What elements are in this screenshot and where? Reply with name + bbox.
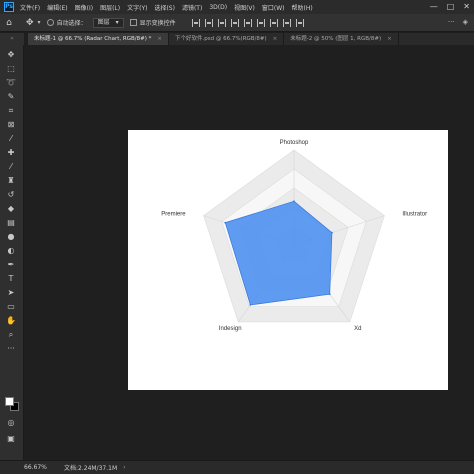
close-icon[interactable]: ✕ (463, 2, 470, 12)
radar-axis-label: Indesign (219, 326, 242, 332)
menu-bar: Ps 文件(F) 编辑(E) 图像(I) 图层(L) 文字(Y) 选择(S) 滤… (0, 0, 474, 14)
tools-panel: ✥ ⬚ ➰ ✎ ⌗ ⊠ ⁄ ✚ ⁄ ♜ ↺ ◆ ▤ ● ◐ ✒ T ➤ ▭ ✋ … (0, 45, 24, 460)
menu-help[interactable]: 帮助(H) (292, 3, 313, 12)
align-left-icon[interactable] (191, 18, 200, 27)
radar-data-point (331, 231, 333, 234)
type-tool-icon[interactable]: T (4, 273, 18, 285)
align-middle-icon[interactable] (243, 18, 252, 27)
tab-close-icon[interactable]: × (273, 33, 278, 45)
move-tool-icon[interactable]: ✥ (26, 18, 34, 28)
zoom-level[interactable]: 66.67% (0, 464, 64, 471)
radar-axis-label: Illustrator (402, 212, 427, 218)
frame-tool-icon[interactable]: ⊠ (4, 119, 18, 131)
tab-untitled-2[interactable]: 未标题-2 @ 50% (图层 1, RGB/8#) × (284, 33, 399, 45)
path-select-tool-icon[interactable]: ➤ (4, 287, 18, 299)
tab-close-icon[interactable]: × (387, 33, 392, 45)
menu-filter[interactable]: 滤镜(T) (182, 3, 202, 12)
menu-3d[interactable]: 3D(D) (209, 4, 227, 11)
brush-tool-icon[interactable]: ⁄ (4, 161, 18, 173)
history-brush-tool-icon[interactable]: ↺ (4, 189, 18, 201)
marquee-tool-icon[interactable]: ⬚ (4, 63, 18, 75)
menu-edit[interactable]: 编辑(E) (47, 3, 67, 12)
minimize-icon[interactable]: — (430, 2, 438, 12)
align-center-icon[interactable] (204, 18, 213, 27)
lasso-tool-icon[interactable]: ➰ (4, 77, 18, 89)
dodge-tool-icon[interactable]: ◐ (4, 245, 18, 257)
distribute-horizontal-icon[interactable] (282, 18, 291, 27)
eyedropper-tool-icon[interactable]: ⁄ (4, 133, 18, 145)
tab-label: 下个好软件.psd @ 66.7%(RGB/8#) (174, 36, 267, 42)
quick-mask-icon[interactable]: ◎ (4, 417, 18, 429)
auto-select-label: 自动选择： (56, 20, 87, 27)
options-right-group: ··· ◈ (448, 18, 468, 26)
status-bar: 66.67% 文档:2.24M/37.1M › (0, 460, 474, 474)
show-transform-checkbox[interactable] (129, 19, 137, 26)
radar-chart: Photoshop Illustrator Xd Indesign Premiere (161, 140, 427, 332)
zoom-tool-icon[interactable]: ⌕ (4, 329, 18, 341)
screen-mode-icon[interactable]: ▣ (4, 433, 18, 445)
radar-data-point (293, 200, 295, 203)
align-bottom-icon[interactable] (256, 18, 265, 27)
tab-label: 未标题-2 @ 50% (图层 1, RGB/8#) (290, 36, 382, 42)
tab-psd[interactable]: 下个好软件.psd @ 66.7%(RGB/8#) × (169, 33, 285, 45)
crop-tool-icon[interactable]: ⌗ (4, 105, 18, 117)
menu-file[interactable]: 文件(F) (20, 3, 40, 12)
healing-brush-tool-icon[interactable]: ✚ (4, 147, 18, 159)
clone-stamp-tool-icon[interactable]: ♜ (4, 175, 18, 187)
show-transform-label: 显示变换控件 (139, 20, 176, 27)
quick-select-tool-icon[interactable]: ✎ (4, 91, 18, 103)
photoshop-window: Ps 文件(F) 编辑(E) 图像(I) 图层(L) 文字(Y) 选择(S) 滤… (0, 0, 474, 474)
radar-axis-label: Xd (354, 326, 361, 332)
menu-select[interactable]: 选择(S) (154, 3, 175, 12)
options-bar: ⌂ ✥ ▾ 自动选择： 图层 ▾ 显示变换控件 ··· ◈ (0, 14, 474, 32)
3d-mode-icon[interactable]: ◈ (463, 18, 468, 26)
hand-tool-icon[interactable]: ✋ (4, 315, 18, 327)
auto-select-checkbox[interactable] (46, 19, 54, 26)
document-canvas[interactable]: Photoshop Illustrator Xd Indesign Premiere (128, 130, 448, 390)
radar-data-point (328, 293, 331, 296)
menu-layer[interactable]: 图层(L) (100, 3, 120, 12)
radar-axis-label: Photoshop (280, 140, 309, 146)
chevron-right-icon[interactable]: › (123, 464, 125, 471)
toolbar-grip-icon[interactable]: » (0, 33, 24, 45)
chevron-down-icon[interactable]: ▾ (38, 19, 41, 26)
distribute-vertical-icon[interactable] (295, 18, 304, 27)
radar-data-point (224, 221, 227, 224)
document-info: 文档:2.24M/37.1M (64, 465, 118, 472)
menu-window[interactable]: 窗口(W) (262, 3, 285, 12)
tab-radar-chart[interactable]: 未标题-1 @ 66.7% (Radar Chart, RGB/8#) * × (28, 33, 169, 45)
more-tools-icon[interactable]: ··· (4, 343, 18, 355)
tab-close-icon[interactable]: × (157, 33, 162, 45)
maximize-icon[interactable]: □ (447, 2, 455, 12)
align-top-icon[interactable] (230, 18, 239, 27)
shape-tool-icon[interactable]: ▭ (4, 301, 18, 313)
align-buttons (191, 18, 304, 27)
chevron-down-icon: ▾ (115, 18, 119, 26)
distribute-icon[interactable] (269, 18, 278, 27)
home-icon[interactable]: ⌂ (0, 14, 18, 32)
layer-select-value: 图层 (97, 18, 110, 26)
align-right-icon[interactable] (217, 18, 226, 27)
tab-label: 未标题-1 @ 66.7% (Radar Chart, RGB/8#) * (34, 36, 152, 42)
eraser-tool-icon[interactable]: ◆ (4, 203, 18, 215)
foreground-color-swatch[interactable] (5, 397, 14, 406)
pen-tool-icon[interactable]: ✒ (4, 259, 18, 271)
menu-view[interactable]: 视图(V) (234, 3, 255, 12)
move-tool-icon[interactable]: ✥ (4, 49, 18, 61)
menu-type[interactable]: 文字(Y) (127, 3, 147, 12)
window-controls: — □ ✕ (430, 2, 470, 12)
blur-tool-icon[interactable]: ● (4, 231, 18, 243)
photoshop-logo-icon: Ps (4, 2, 14, 12)
radar-data-point (249, 304, 252, 306)
layer-select-dropdown[interactable]: 图层 ▾ (92, 17, 124, 28)
radar-axis-label: Premiere (161, 212, 186, 218)
menu-image[interactable]: 图像(I) (75, 3, 93, 12)
more-icon[interactable]: ··· (448, 18, 455, 26)
gradient-tool-icon[interactable]: ▤ (4, 217, 18, 229)
document-tabs: 未标题-1 @ 66.7% (Radar Chart, RGB/8#) * × … (28, 33, 474, 45)
